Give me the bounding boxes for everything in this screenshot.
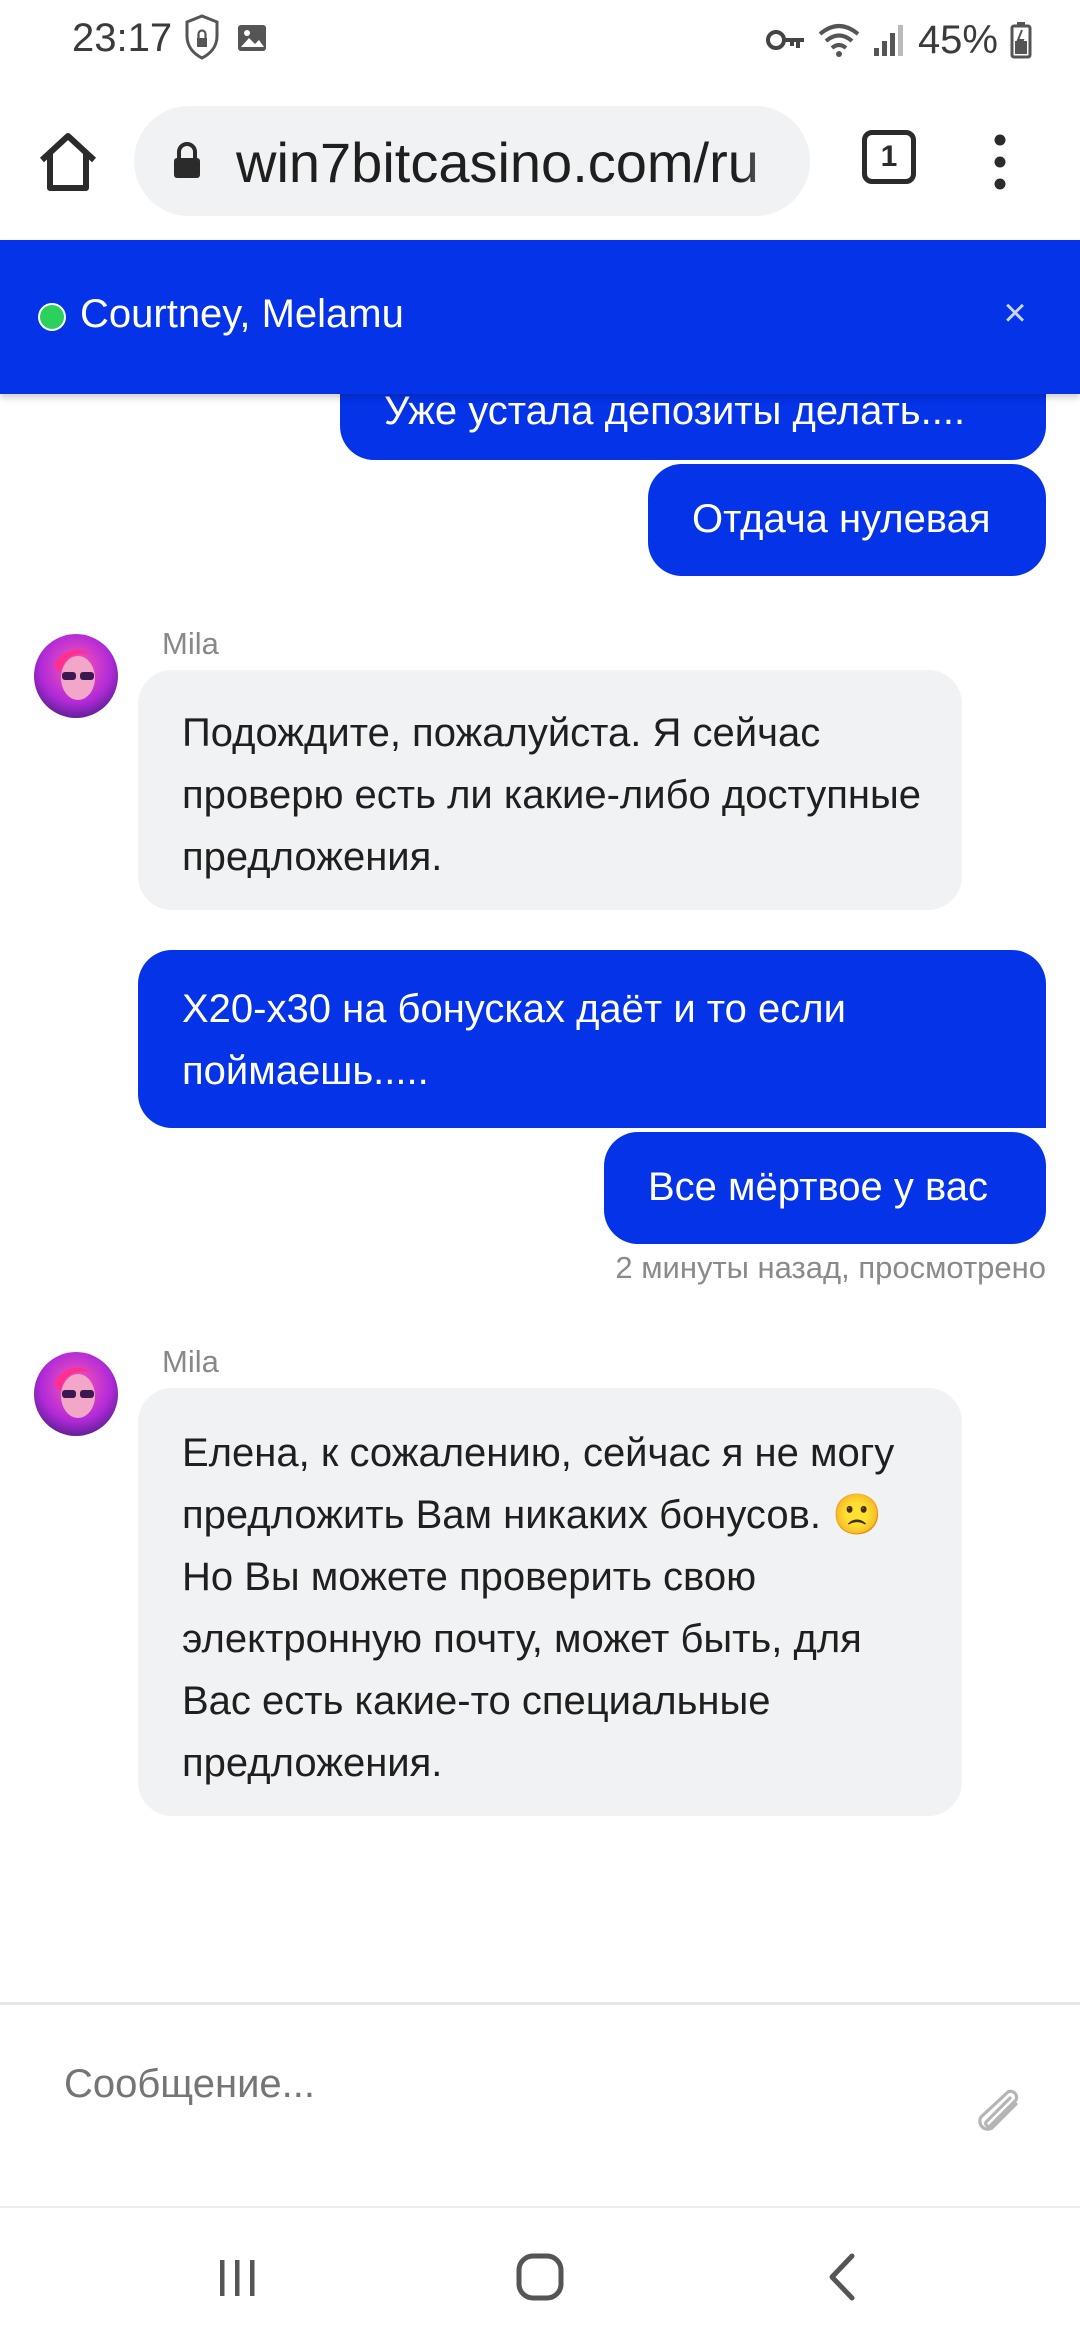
chat-title: Courtney, Melamu [80, 292, 404, 336]
system-nav-bar [0, 2206, 1080, 2342]
url-text: win7bitcasino.com/ru [236, 131, 759, 194]
sender-name: Mila [162, 626, 219, 661]
agent-avatar-image [34, 1352, 118, 1436]
read-receipt: 2 минуты назад, просмотрено [615, 1250, 1046, 1285]
message-incoming: Елена, к сожалению, сейчас я не могу пре… [138, 1388, 962, 1816]
key-icon [765, 30, 804, 50]
address-bar[interactable]: win7bitcasino.com/ru [134, 106, 810, 216]
agent-avatar-image [34, 634, 118, 718]
avatar [34, 1352, 118, 1436]
battery-icon [1010, 22, 1032, 59]
message-text: X20-x30 на бонусках даёт и то если пойма… [182, 987, 846, 1093]
back-icon[interactable] [808, 2242, 878, 2312]
message-text: Елена, к сожалению, сейчас я не могу пре… [182, 1431, 895, 1785]
status-time: 23:17 [72, 16, 173, 60]
message-outgoing: X20-x30 на бонусках даёт и то если пойма… [138, 950, 1046, 1128]
chat-header: Courtney, Melamu × [0, 240, 1080, 394]
online-status-icon [38, 303, 66, 331]
gallery-icon [238, 25, 266, 51]
wifi-icon [818, 24, 860, 57]
avatar [34, 634, 118, 718]
url-fade [740, 106, 810, 216]
message-outgoing: Все мёртвое у вас [604, 1132, 1046, 1244]
vpn-shield-icon [185, 14, 219, 60]
message-text: Уже устала депозиты делать.... [384, 389, 966, 433]
more-vert-icon[interactable] [980, 126, 1020, 198]
message-text: Отдача нулевая [692, 497, 991, 541]
lock-icon [174, 142, 200, 178]
message-incoming: Подождите, пожалуйста. Я сейчас проверю … [138, 670, 962, 910]
browser-toolbar: win7bitcasino.com/ru 1 [0, 82, 1080, 240]
home-nav-icon[interactable] [505, 2242, 575, 2312]
message-text: Подождите, пожалуйста. Я сейчас проверю … [182, 711, 921, 879]
signal-icon [873, 25, 903, 56]
home-icon[interactable] [32, 126, 104, 198]
recent-apps-icon[interactable] [202, 2242, 272, 2312]
battery-percent: 45% [917, 17, 998, 62]
status-bar: 23:17 45% [0, 0, 1080, 82]
close-chat-button[interactable]: × [992, 290, 1038, 336]
message-input[interactable] [64, 2062, 884, 2107]
tab-switcher-button[interactable]: 1 [862, 130, 916, 184]
message-outgoing: Отдача нулевая [648, 464, 1046, 576]
composer-divider [0, 2002, 1080, 2005]
sender-name: Mila [162, 1344, 219, 1379]
paperclip-icon[interactable] [968, 2080, 1028, 2140]
message-text: Все мёртвое у вас [648, 1165, 989, 1209]
